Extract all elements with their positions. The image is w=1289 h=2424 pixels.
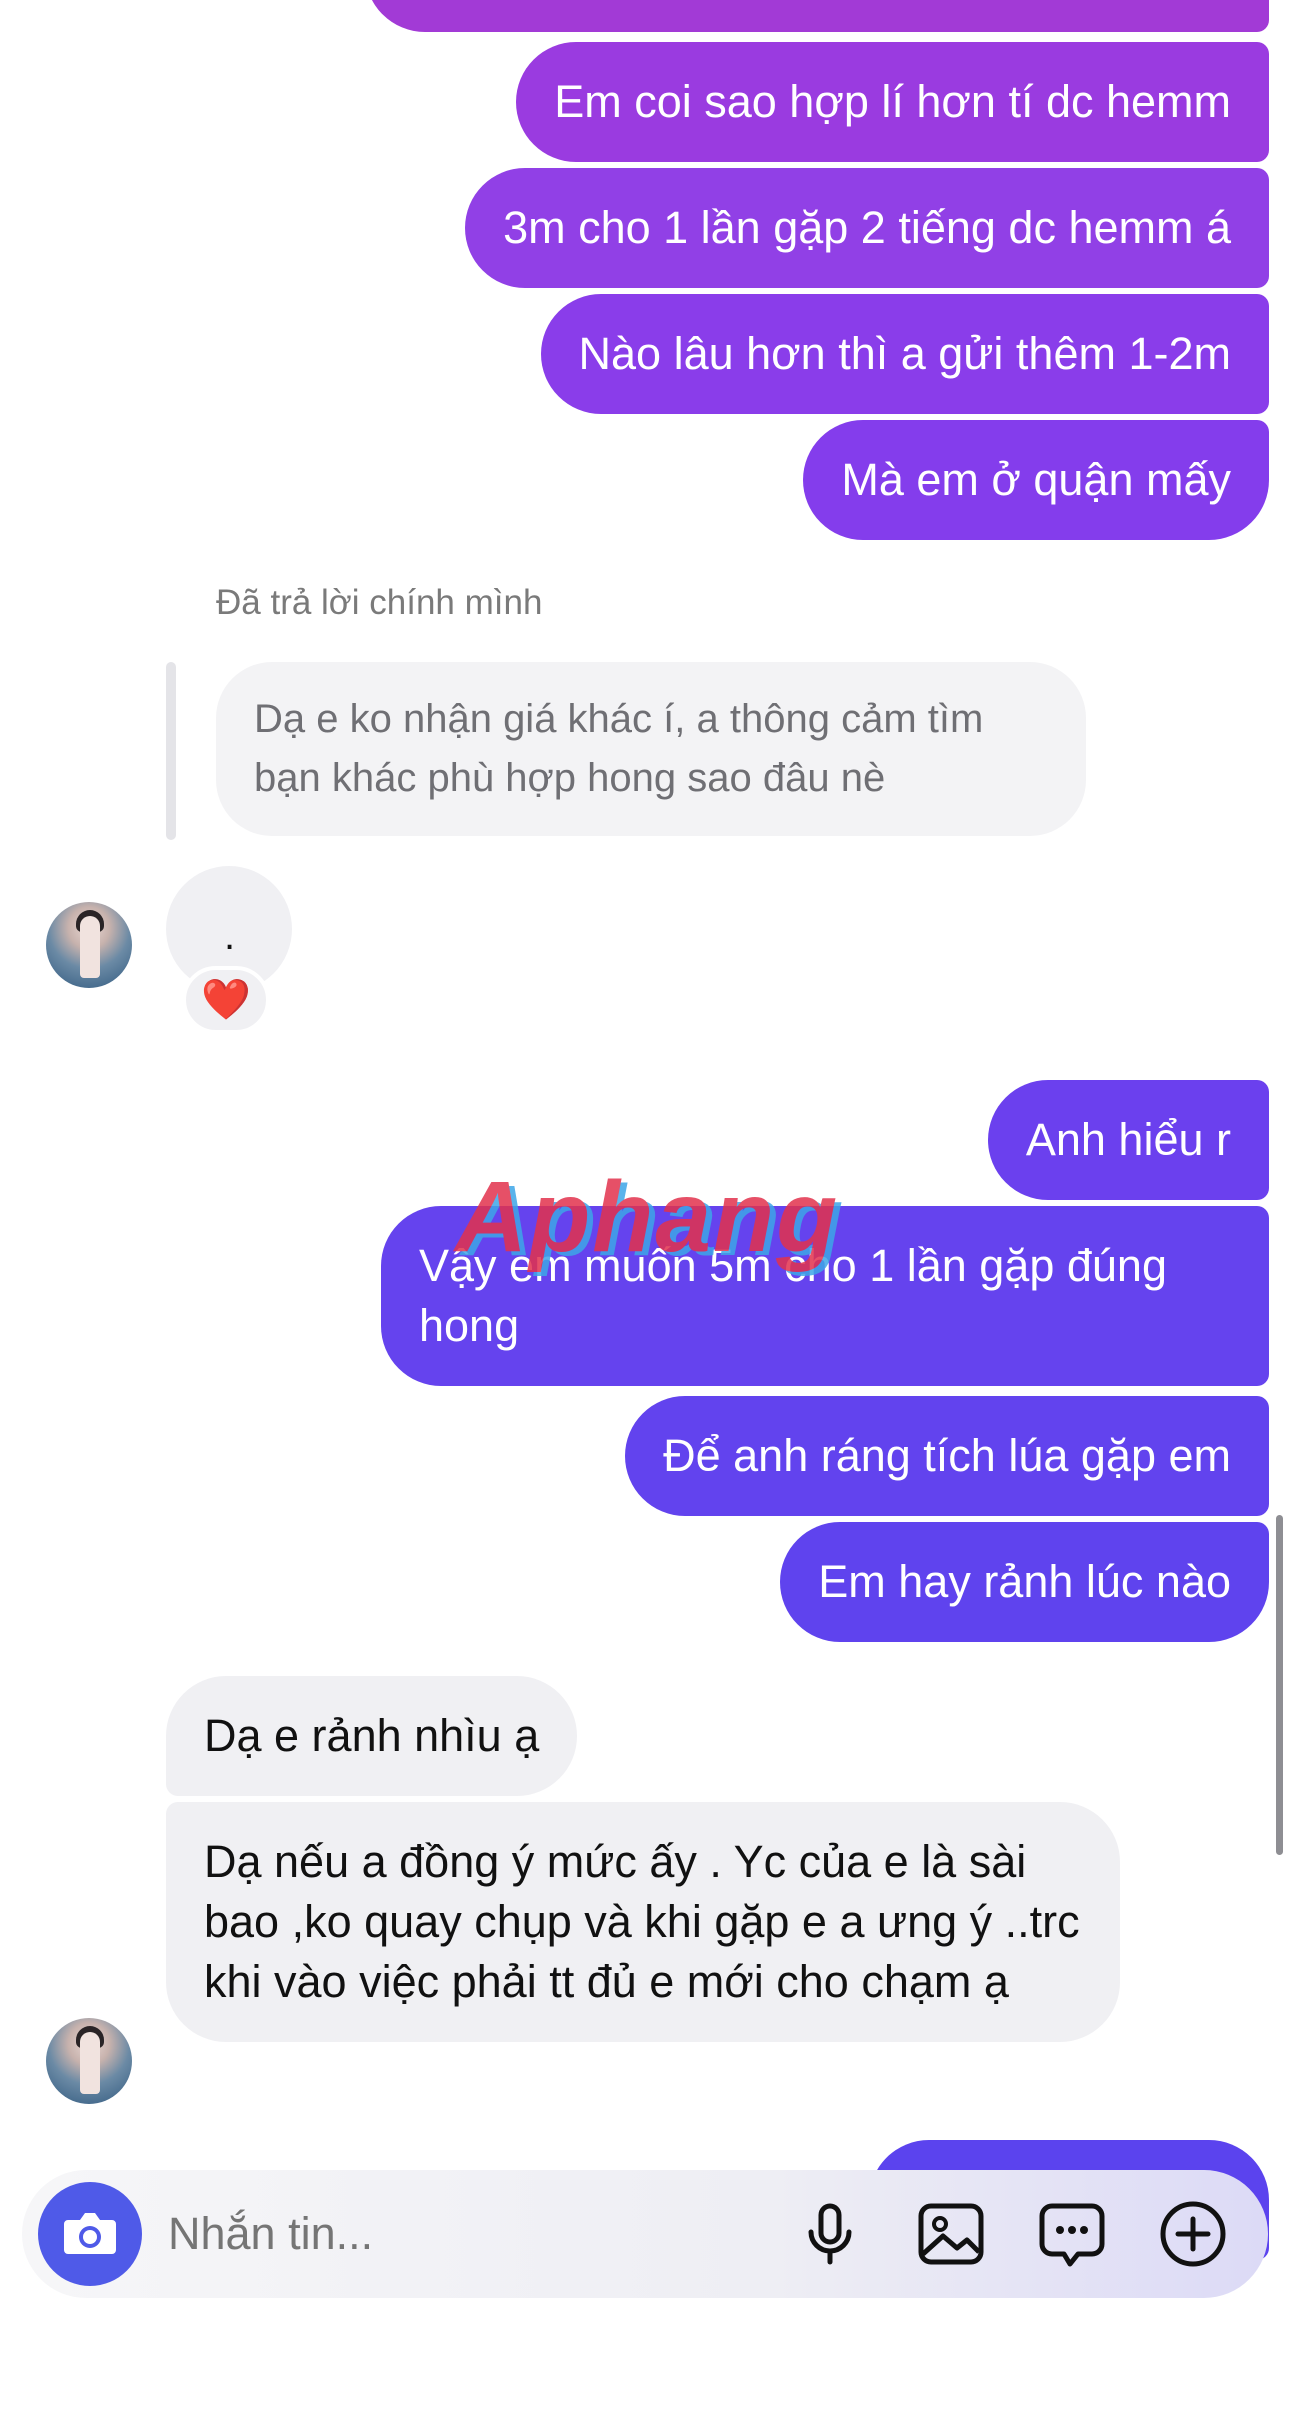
camera-icon [64, 2213, 116, 2254]
plus-icon [1160, 2201, 1226, 2267]
message-bubble-outgoing[interactable]: Anh hiểu r [987, 1080, 1269, 1200]
quoted-message[interactable]: Dạ e ko nhận giá khác í, a thông cảm tìm… [216, 662, 1086, 836]
chat-thread[interactable]: Em coi sao hợp lí hơn tí dc hemm 3m cho … [0, 0, 1289, 2424]
message-bubble-outgoing[interactable]: 3m cho 1 lần gặp 2 tiếng dc hemm á [465, 168, 1269, 288]
sticker-button[interactable] [1032, 2194, 1112, 2274]
contact-avatar[interactable] [46, 2018, 132, 2104]
camera-button[interactable] [38, 2182, 142, 2286]
sticker-icon [1039, 2203, 1105, 2267]
image-icon [918, 2203, 984, 2265]
avatar-figure [80, 916, 100, 978]
avatar-figure [80, 2032, 100, 2094]
message-bubble-partial[interactable] [365, 0, 1269, 32]
message-bubble-outgoing[interactable]: Nào lâu hơn thì a gửi thêm 1-2m [540, 294, 1269, 414]
microphone-button[interactable] [790, 2194, 870, 2274]
reply-context-label: Đã trả lời chính mình [216, 583, 543, 622]
more-options-button[interactable] [1153, 2194, 1233, 2274]
message-input[interactable] [168, 2170, 728, 2298]
message-bubble-outgoing[interactable]: Vậy em muốn 5m cho 1 lần gặp đúng hong [381, 1206, 1269, 1386]
heart-reaction-icon[interactable]: ❤️ [182, 966, 270, 1034]
message-bubble-outgoing[interactable]: Mà em ở quận mấy [803, 420, 1269, 540]
microphone-icon [808, 2203, 852, 2265]
scrollbar[interactable] [1276, 1515, 1283, 1855]
contact-avatar[interactable] [46, 902, 132, 988]
reply-quote-bar [166, 662, 176, 840]
message-bubble-outgoing[interactable]: Em hay rảnh lúc nào [780, 1522, 1269, 1642]
message-bubble-incoming[interactable]: Dạ nếu a đồng ý mức ấy . Yc của e là sài… [166, 1802, 1120, 2042]
message-bubble-outgoing[interactable]: Để anh ráng tích lúa gặp em [625, 1396, 1269, 1516]
message-bubble-incoming[interactable]: Dạ e rảnh nhìu ạ [166, 1676, 578, 1796]
message-text: . [224, 914, 236, 958]
gallery-button[interactable] [911, 2194, 991, 2274]
message-composer [22, 2170, 1268, 2298]
message-bubble-outgoing[interactable]: Em coi sao hợp lí hơn tí dc hemm [516, 42, 1269, 162]
